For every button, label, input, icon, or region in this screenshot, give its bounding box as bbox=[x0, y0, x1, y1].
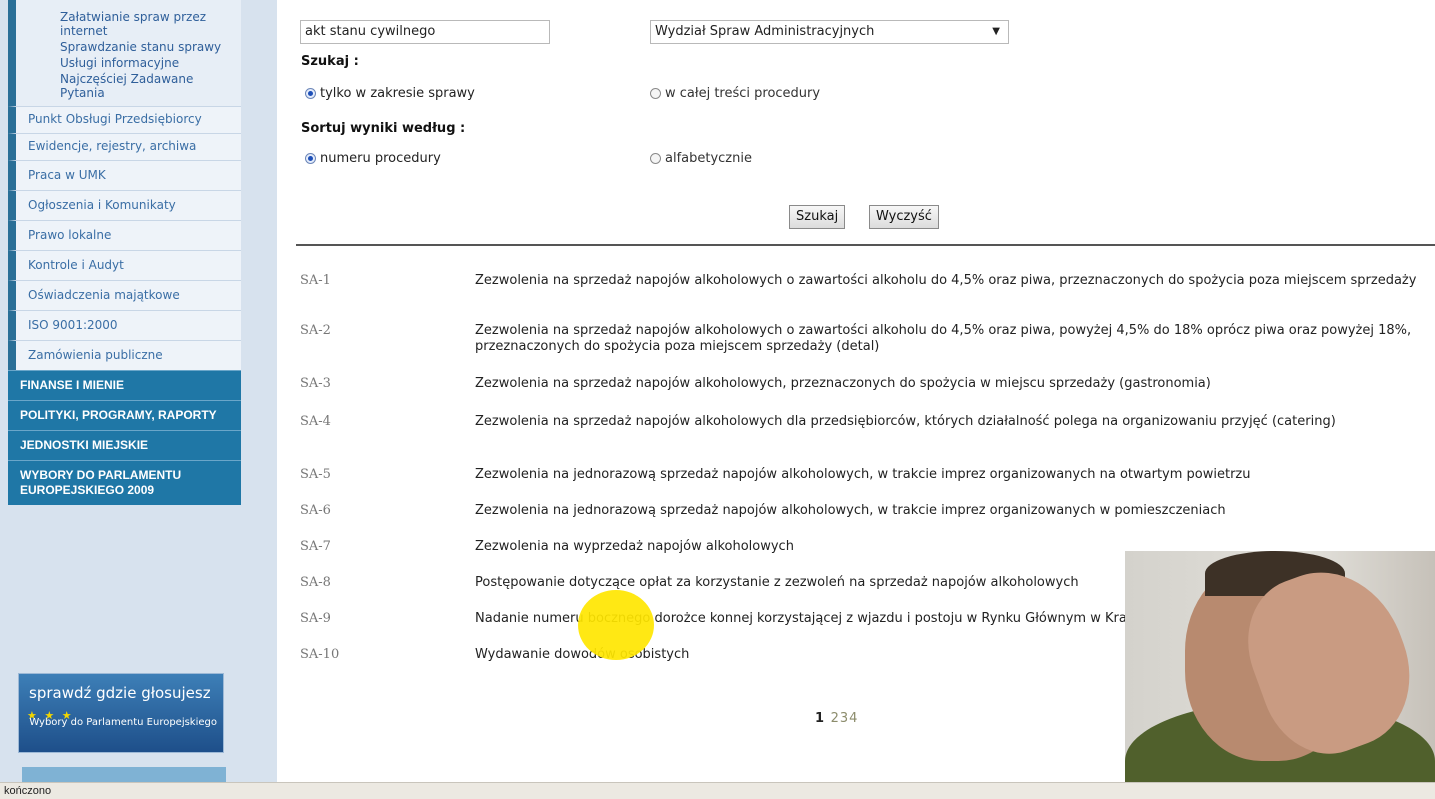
chevron-down-icon: ▼ bbox=[992, 26, 1000, 37]
sidebar-subitem-info[interactable]: Usługi informacyjne bbox=[16, 56, 241, 70]
search-button[interactable]: Szukaj bbox=[789, 205, 846, 229]
clear-button[interactable]: Wyczyść bbox=[869, 205, 939, 229]
scope-option-full-label: w całej treści procedury bbox=[665, 86, 821, 101]
result-code[interactable]: SA-7 bbox=[300, 539, 331, 554]
sort-option-number[interactable]: numeru procedury bbox=[305, 151, 441, 166]
result-title[interactable]: Zezwolenia na sprzedaż napojów alkoholow… bbox=[475, 414, 1435, 430]
search-input[interactable]: akt stanu cywilnego bbox=[300, 20, 550, 44]
radio-unchecked-icon bbox=[650, 153, 661, 164]
sidebar-item-iso[interactable]: ISO 9001:2000 bbox=[8, 310, 241, 340]
radio-unchecked-icon bbox=[650, 88, 661, 99]
scope-option-case[interactable]: tylko w zakresie sprawy bbox=[305, 86, 475, 101]
sidebar-subitem-internet[interactable]: Załatwianie spraw przez internet bbox=[16, 10, 241, 38]
pagination: 1 234 bbox=[815, 711, 858, 726]
sort-option-number-label: numeru procedury bbox=[320, 151, 441, 166]
banner-subtitle: Wybory do Parlamentu Europejskiego bbox=[29, 717, 217, 728]
search-scope-label: Szukaj : bbox=[301, 54, 359, 69]
sidebar-item-audit[interactable]: Kontrole i Audyt bbox=[8, 250, 241, 280]
result-code[interactable]: SA-4 bbox=[300, 414, 331, 429]
radio-checked-icon bbox=[305, 153, 316, 164]
sidebar-section-units[interactable]: JEDNOSTKI MIEJSKIE bbox=[8, 430, 241, 460]
sort-option-alpha-label: alfabetycznie bbox=[665, 151, 752, 166]
result-code[interactable]: SA-10 bbox=[300, 647, 339, 662]
result-code[interactable]: SA-9 bbox=[300, 611, 331, 626]
sidebar-item-assets[interactable]: Oświadczenia majątkowe bbox=[8, 280, 241, 310]
sidebar-item-procurement[interactable]: Zamówienia publiczne bbox=[8, 340, 241, 370]
scope-option-full[interactable]: w całej treści procedury bbox=[650, 86, 820, 101]
department-select[interactable]: Wydział Spraw Administracyjnych ▼ bbox=[650, 20, 1009, 44]
sort-label: Sortuj wyniki według : bbox=[301, 121, 466, 136]
page-link[interactable]: 2 bbox=[831, 711, 840, 726]
sidebar-nav: Załatwianie spraw przez internet Sprawdz… bbox=[8, 0, 241, 505]
result-title[interactable]: Zezwolenia na sprzedaż napojów alkoholow… bbox=[475, 376, 1435, 392]
sidebar-subitem-faq[interactable]: Najczęściej Zadawane Pytania bbox=[16, 72, 241, 100]
sidebar-section-policies[interactable]: POLITYKI, PROGRAMY, RAPORTY bbox=[8, 400, 241, 430]
result-code[interactable]: SA-6 bbox=[300, 503, 331, 518]
result-code[interactable]: SA-1 bbox=[300, 273, 331, 288]
result-code[interactable]: SA-2 bbox=[300, 323, 331, 338]
sidebar-section-elections[interactable]: WYBORY DO PARLAMENTU EUROPEJSKIEGO 2009 bbox=[8, 460, 241, 505]
webcam-overlay bbox=[1125, 551, 1435, 791]
sidebar-item-announcements[interactable]: Ogłoszenia i Komunikaty bbox=[8, 190, 241, 220]
result-title[interactable]: Zezwolenia na sprzedaż napojów alkoholow… bbox=[475, 323, 1435, 355]
sidebar-sublist: Załatwianie spraw przez internet Sprawdz… bbox=[8, 0, 241, 106]
result-code[interactable]: SA-5 bbox=[300, 467, 331, 482]
sort-option-alpha[interactable]: alfabetycznie bbox=[650, 151, 752, 166]
status-text: kończono bbox=[4, 785, 52, 797]
banner-title: sprawdź gdzie głosujesz bbox=[29, 684, 211, 702]
result-code[interactable]: SA-8 bbox=[300, 575, 331, 590]
result-title[interactable]: Zezwolenia na jednorazową sprzedaż napoj… bbox=[475, 467, 1435, 483]
result-code[interactable]: SA-3 bbox=[300, 376, 331, 391]
sidebar-item-registers[interactable]: Ewidencje, rejestry, archiwa bbox=[8, 133, 241, 160]
result-title[interactable]: Zezwolenia na sprzedaż napojów alkoholow… bbox=[475, 273, 1435, 289]
page-link[interactable]: 3 bbox=[840, 711, 849, 726]
sidebar-item-local-law[interactable]: Prawo lokalne bbox=[8, 220, 241, 250]
search-form: akt stanu cywilnego Wydział Spraw Admini… bbox=[296, 0, 1435, 245]
results-divider bbox=[296, 244, 1435, 246]
page-current: 1 bbox=[815, 711, 826, 726]
sidebar-item-jobs[interactable]: Praca w UMK bbox=[8, 160, 241, 190]
banner-bottom-strip bbox=[22, 767, 226, 782]
scope-option-case-label: tylko w zakresie sprawy bbox=[320, 86, 475, 101]
browser-status-bar: kończono bbox=[0, 782, 1435, 799]
mouse-cursor-highlight bbox=[578, 590, 654, 660]
radio-checked-icon bbox=[305, 88, 316, 99]
sidebar-item-business[interactable]: Punkt Obsługi Przedsiębiorcy bbox=[8, 106, 241, 133]
election-banner[interactable]: sprawdź gdzie głosujesz ★ ★ ★ Wybory do … bbox=[18, 673, 224, 753]
department-select-value: Wydział Spraw Administracyjnych bbox=[655, 24, 875, 39]
sidebar-section-finance[interactable]: FINANSE I MIENIE bbox=[8, 370, 241, 400]
sidebar-subitem-status[interactable]: Sprawdzanie stanu sprawy bbox=[16, 40, 241, 54]
page-link[interactable]: 4 bbox=[849, 711, 858, 726]
result-title[interactable]: Zezwolenia na jednorazową sprzedaż napoj… bbox=[475, 503, 1435, 519]
